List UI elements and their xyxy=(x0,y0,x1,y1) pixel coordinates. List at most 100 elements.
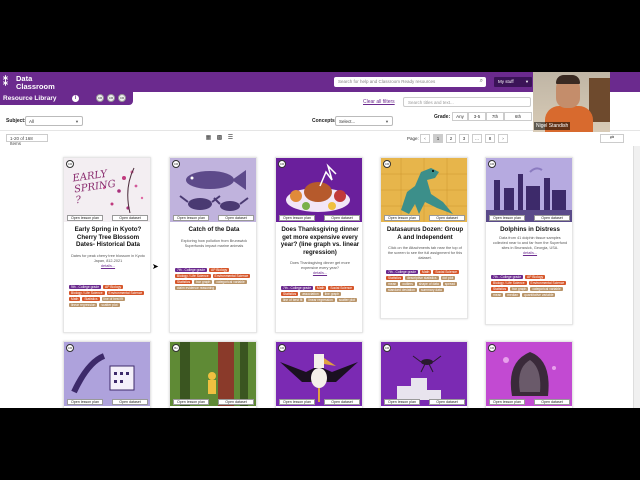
open-dataset-button[interactable]: Open dataset xyxy=(429,215,465,221)
open-dataset-button[interactable]: Open dataset xyxy=(218,215,254,221)
tag-chip[interactable]: scatter plot xyxy=(336,298,357,302)
tag-chip[interactable]: AP Biology xyxy=(525,275,546,279)
tag-chip[interactable]: Statistics xyxy=(175,280,193,284)
tag-chip[interactable]: Environmental Science xyxy=(106,291,145,295)
details-link[interactable]: details... xyxy=(492,251,568,256)
open-dataset-button[interactable]: Open dataset xyxy=(324,399,360,405)
card-title[interactable]: Does Thanksgiving dinner get more expens… xyxy=(280,226,360,256)
tag-chip[interactable]: Math xyxy=(69,297,81,301)
tag-chip[interactable]: outliers xyxy=(400,282,415,286)
resource-card[interactable]: CR Open lesson plan Open dataset xyxy=(275,341,363,408)
page-button[interactable]: 8 xyxy=(485,134,495,143)
tag-chip[interactable]: Statistics xyxy=(82,297,100,301)
tag-chip[interactable]: Statistics xyxy=(281,292,299,296)
open-dataset-button[interactable]: Open dataset xyxy=(218,399,254,405)
tag-chip[interactable]: Environmental Science xyxy=(212,274,251,278)
resource-card[interactable]: CR Open lesson plan Open dataset xyxy=(485,341,573,408)
resource-card[interactable]: CR Open lesson plan Open dataset Catch o… xyxy=(169,157,257,333)
grid-view-icon[interactable]: ▦ xyxy=(205,135,212,141)
open-lesson-plan-button[interactable]: Open lesson plan xyxy=(67,399,103,405)
tag-chip[interactable]: bar graph xyxy=(194,280,213,284)
details-link[interactable]: details... xyxy=(282,271,358,276)
tag-chip[interactable]: bar graph xyxy=(510,287,529,291)
page-button[interactable]: 1 xyxy=(433,134,443,143)
tag-chip[interactable]: Environmental Science xyxy=(528,281,567,285)
open-dataset-button[interactable]: Open dataset xyxy=(534,215,570,221)
resource-card[interactable]: EARLY SPRING ? CR Open lesson plan Open … xyxy=(63,157,151,333)
compact-grid-view-icon[interactable]: ▩ xyxy=(216,135,223,141)
search-icon[interactable]: ⌕ xyxy=(480,78,483,84)
open-lesson-plan-button[interactable]: Open lesson plan xyxy=(384,399,420,405)
tag-chip[interactable]: categorical variable xyxy=(214,280,247,284)
open-lesson-plan-button[interactable]: Open lesson plan xyxy=(67,215,103,221)
resource-card[interactable]: CR Open lesson plan Open dataset Dolphin… xyxy=(485,157,573,325)
open-lesson-plan-button[interactable]: Open lesson plan xyxy=(384,215,420,221)
grade-option[interactable]: 6th xyxy=(504,112,532,121)
open-lesson-plan-button[interactable]: Open lesson plan xyxy=(173,215,209,221)
tag-chip[interactable]: summary data xyxy=(418,288,444,292)
tag-chip[interactable]: line of best fit xyxy=(281,298,305,302)
open-dataset-button[interactable]: Open dataset xyxy=(324,215,360,221)
resource-card[interactable]: CR Open lesson plan Open dataset Datasau… xyxy=(380,157,468,319)
next-page-button[interactable]: › xyxy=(498,134,508,143)
tag-chip[interactable]: 7th - College grade xyxy=(175,268,208,272)
tag-chip[interactable]: AP Biology xyxy=(103,285,124,289)
resource-card[interactable]: Bx Open lesson plan Open dataset xyxy=(169,341,257,408)
open-lesson-plan-button[interactable]: Open lesson plan xyxy=(489,399,525,405)
resource-card[interactable]: CR Open lesson plan Open dataset xyxy=(63,341,151,408)
grade-option[interactable]: 7th xyxy=(486,112,504,121)
prev-page-button[interactable]: ‹ xyxy=(420,134,430,143)
cr-filter-badge[interactable]: CR xyxy=(96,94,104,102)
tag-chip[interactable]: mean xyxy=(386,282,399,286)
tag-chip[interactable]: Social Science xyxy=(328,286,355,290)
tag-chip[interactable]: linear regression xyxy=(69,303,98,307)
tag-chip[interactable]: Biology / Life Science xyxy=(175,274,211,278)
card-title[interactable]: Catch of the Data xyxy=(174,226,254,234)
tag-chip[interactable]: line of best fit xyxy=(101,297,125,301)
open-lesson-plan-button[interactable]: Open lesson plan xyxy=(279,215,315,221)
tag-chip[interactable]: spread xyxy=(442,282,457,286)
open-dataset-button[interactable]: Open dataset xyxy=(112,215,148,221)
page-scrollbar[interactable] xyxy=(633,146,640,408)
tag-chip[interactable]: descriptive statistics xyxy=(405,276,439,280)
details-link[interactable]: details... xyxy=(70,264,146,269)
resource-card[interactable]: CR Open lesson plan Open dataset xyxy=(380,341,468,408)
open-dataset-button[interactable]: Open dataset xyxy=(429,399,465,405)
grade-option[interactable]: 3-5 xyxy=(468,112,486,121)
tag-chip[interactable]: shape of data xyxy=(416,282,441,286)
page-button[interactable]: 2 xyxy=(446,134,456,143)
tag-chip[interactable]: Statistics xyxy=(386,276,404,280)
cr-filter-badge[interactable]: CR xyxy=(107,94,115,102)
open-lesson-plan-button[interactable]: Open lesson plan xyxy=(489,215,525,221)
subject-select[interactable]: All ▼ xyxy=(25,116,83,126)
resource-card[interactable]: CR Open lesson plan Open dataset Does Th… xyxy=(275,157,363,333)
data-classroom-logo[interactable]: ⁑ Data Classroom xyxy=(3,74,63,91)
tag-chip[interactable]: 7th - College grade xyxy=(281,286,314,290)
tag-chip[interactable]: Statistics xyxy=(491,287,509,291)
tag-chip[interactable]: line graph xyxy=(322,292,342,296)
tag-chip[interactable]: Biology / Life Science xyxy=(491,281,527,285)
tag-chip[interactable]: quantitative variable xyxy=(522,293,556,297)
tag-chip[interactable]: claim evidence reasoning xyxy=(175,286,217,290)
tag-chip[interactable]: Social Science xyxy=(433,270,460,274)
tag-chip[interactable]: association xyxy=(300,292,321,296)
tag-chip[interactable]: 7th - College grade xyxy=(491,275,524,279)
open-dataset-button[interactable]: Open dataset xyxy=(534,399,570,405)
tag-chip[interactable]: standard deviation xyxy=(386,288,417,292)
tag-chip[interactable]: median xyxy=(505,293,521,297)
tag-chip[interactable]: mean xyxy=(491,293,504,297)
open-dataset-button[interactable]: Open dataset xyxy=(112,399,148,405)
card-title[interactable]: Early Spring in Kyoto? Cherry Tree Bloss… xyxy=(68,226,148,249)
tag-chip[interactable]: Math xyxy=(315,286,327,290)
open-lesson-plan-button[interactable]: Open lesson plan xyxy=(173,399,209,405)
concepts-select[interactable]: Select... ▼ xyxy=(335,116,393,126)
tag-chip[interactable]: dot plot xyxy=(440,276,456,280)
list-view-icon[interactable]: ☰ xyxy=(227,135,234,141)
clear-all-filters-link[interactable]: Clear all filters xyxy=(363,99,395,105)
tag-chip[interactable]: linear regression xyxy=(306,298,335,302)
tag-chip[interactable]: AP Biology xyxy=(209,268,230,272)
card-title[interactable]: Datasaurus Dozen: Group A and Independen… xyxy=(385,226,465,241)
card-title[interactable]: Dolphins in Distress xyxy=(490,226,570,234)
tag-chip[interactable]: scatter plot xyxy=(99,303,120,307)
info-icon[interactable]: i xyxy=(72,95,79,102)
